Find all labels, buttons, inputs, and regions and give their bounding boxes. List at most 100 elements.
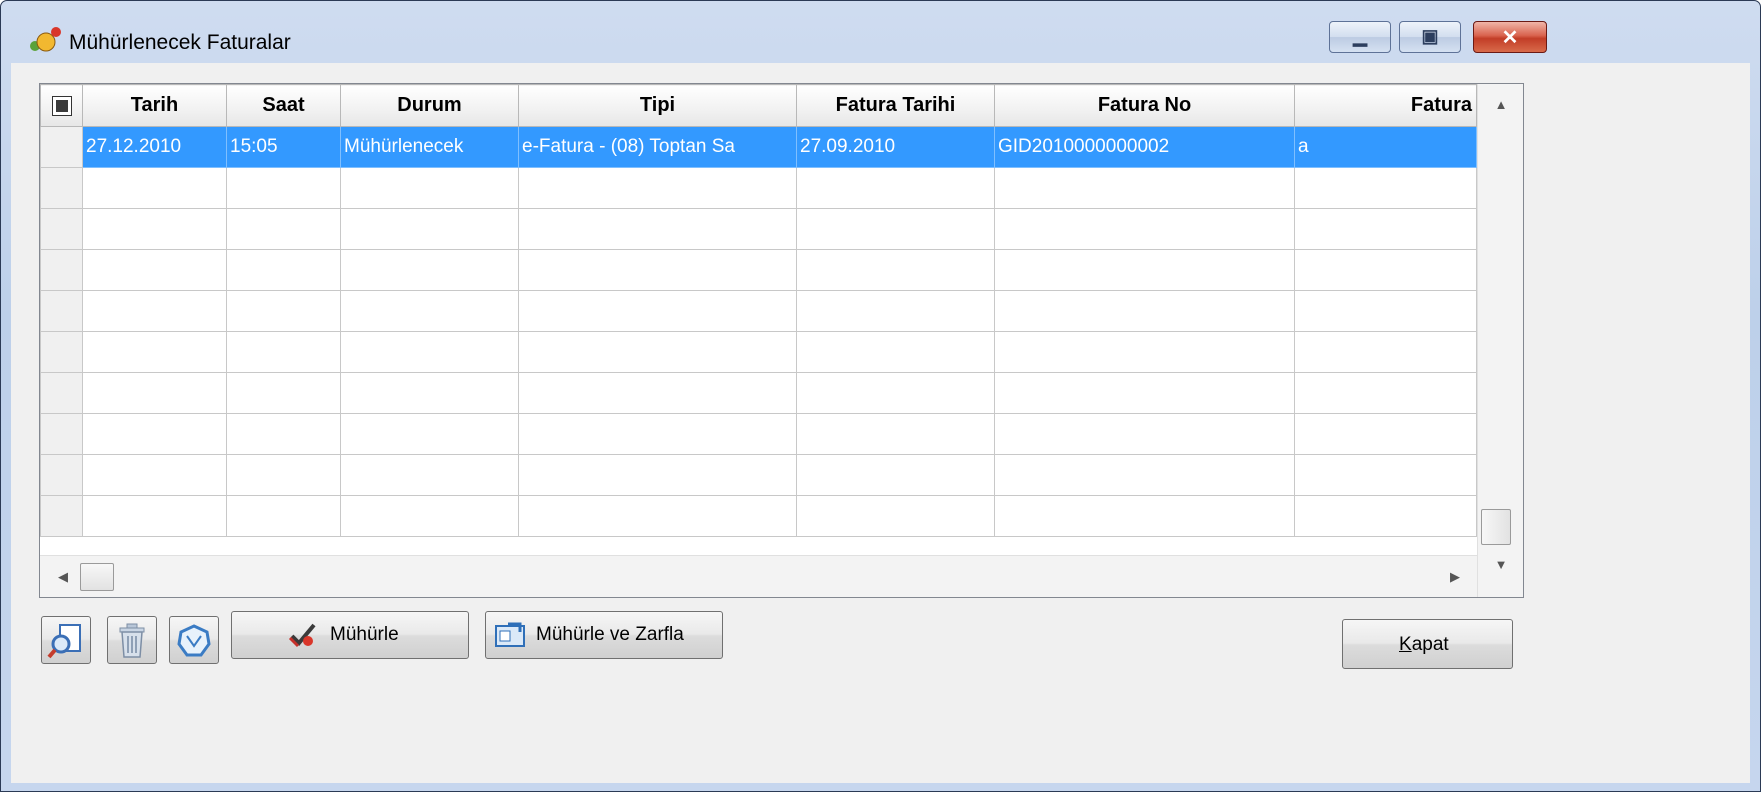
table-row[interactable]: [40, 290, 1477, 332]
table-cell[interactable]: [226, 454, 341, 496]
table-cell[interactable]: [226, 372, 341, 414]
table-cell[interactable]: [82, 249, 227, 291]
table-cell[interactable]: [796, 331, 995, 373]
invoice-grid[interactable]: Tarih Saat Durum Tipi Fatura Tarihi Fatu…: [39, 83, 1524, 598]
row-indicator[interactable]: [40, 249, 83, 291]
row-indicator[interactable]: [40, 413, 83, 455]
table-cell[interactable]: [226, 208, 341, 250]
table-cell[interactable]: [226, 290, 341, 332]
row-indicator[interactable]: [40, 372, 83, 414]
table-cell[interactable]: [796, 167, 995, 209]
table-cell[interactable]: [82, 413, 227, 455]
muhurle-button[interactable]: Mühürle: [231, 611, 469, 659]
table-cell[interactable]: [340, 249, 519, 291]
table-cell[interactable]: [340, 495, 519, 537]
table-cell[interactable]: [82, 331, 227, 373]
table-cell[interactable]: [1294, 290, 1477, 332]
table-row[interactable]: [40, 249, 1477, 291]
scroll-down-icon[interactable]: ▼: [1478, 544, 1523, 586]
table-row[interactable]: [40, 167, 1477, 209]
row-indicator[interactable]: [40, 126, 83, 168]
cell-tarih[interactable]: 27.12.2010: [82, 126, 227, 168]
table-cell[interactable]: [340, 208, 519, 250]
table-cell[interactable]: [994, 249, 1295, 291]
table-cell[interactable]: [1294, 454, 1477, 496]
preview-button[interactable]: [41, 616, 91, 664]
table-cell[interactable]: [340, 372, 519, 414]
horizontal-scroll-thumb[interactable]: [80, 563, 114, 591]
column-header-tipi[interactable]: Tipi: [518, 84, 797, 127]
row-indicator[interactable]: [40, 454, 83, 496]
table-cell[interactable]: [82, 290, 227, 332]
kapat-button[interactable]: Kapat: [1342, 619, 1513, 669]
table-cell[interactable]: [994, 167, 1295, 209]
table-cell[interactable]: [994, 372, 1295, 414]
table-cell[interactable]: [340, 454, 519, 496]
table-cell[interactable]: [82, 372, 227, 414]
scroll-right-icon[interactable]: ▶: [1440, 556, 1470, 597]
table-cell[interactable]: [796, 249, 995, 291]
table-cell[interactable]: [796, 454, 995, 496]
row-indicator[interactable]: [40, 331, 83, 373]
table-cell[interactable]: [1294, 331, 1477, 373]
close-window-button[interactable]: ✕: [1473, 21, 1547, 53]
muhurle-ve-zarfla-button[interactable]: Mühürle ve Zarfla: [485, 611, 723, 659]
cell-fatura-no[interactable]: GID2010000000002: [994, 126, 1295, 168]
table-row[interactable]: [40, 495, 1477, 537]
table-cell[interactable]: [518, 208, 797, 250]
table-cell[interactable]: [518, 413, 797, 455]
delete-button[interactable]: [107, 616, 157, 664]
row-indicator[interactable]: [40, 208, 83, 250]
table-cell[interactable]: [226, 167, 341, 209]
table-cell[interactable]: [340, 167, 519, 209]
table-cell[interactable]: [518, 167, 797, 209]
table-cell[interactable]: [796, 208, 995, 250]
cell-fatura[interactable]: a: [1294, 126, 1477, 168]
vertical-scroll-thumb[interactable]: [1481, 509, 1511, 545]
table-cell[interactable]: [994, 413, 1295, 455]
table-cell[interactable]: [82, 208, 227, 250]
table-cell[interactable]: [994, 331, 1295, 373]
cell-fatura-tarihi[interactable]: 27.09.2010: [796, 126, 995, 168]
table-cell[interactable]: [226, 249, 341, 291]
table-cell[interactable]: [82, 454, 227, 496]
scroll-up-icon[interactable]: ▲: [1478, 84, 1523, 126]
select-all-checkbox[interactable]: [40, 84, 83, 127]
column-header-saat[interactable]: Saat: [226, 84, 341, 127]
column-header-fatura-tarihi[interactable]: Fatura Tarihi: [796, 84, 995, 127]
table-cell[interactable]: [994, 290, 1295, 332]
seal-button[interactable]: [169, 616, 219, 664]
table-cell[interactable]: [1294, 372, 1477, 414]
table-cell[interactable]: [1294, 167, 1477, 209]
horizontal-scrollbar[interactable]: ◀ ▶: [40, 555, 1477, 597]
table-row[interactable]: [40, 208, 1477, 250]
table-row[interactable]: [40, 331, 1477, 373]
table-cell[interactable]: [226, 413, 341, 455]
vertical-scrollbar[interactable]: ▲ ▼: [1477, 84, 1523, 597]
cell-tipi[interactable]: e-Fatura - (08) Toptan Sa: [518, 126, 797, 168]
scroll-left-icon[interactable]: ◀: [48, 556, 78, 597]
column-header-durum[interactable]: Durum: [340, 84, 519, 127]
table-cell[interactable]: [1294, 413, 1477, 455]
table-cell[interactable]: [340, 413, 519, 455]
table-cell[interactable]: [82, 167, 227, 209]
table-cell[interactable]: [226, 331, 341, 373]
maximize-button[interactable]: ▣: [1399, 21, 1461, 53]
row-indicator[interactable]: [40, 290, 83, 332]
table-cell[interactable]: [1294, 208, 1477, 250]
row-indicator[interactable]: [40, 167, 83, 209]
table-cell[interactable]: [994, 208, 1295, 250]
table-cell[interactable]: [994, 454, 1295, 496]
table-cell[interactable]: [796, 290, 995, 332]
column-header-fatura[interactable]: Fatura: [1294, 84, 1477, 127]
table-cell[interactable]: [518, 331, 797, 373]
table-row[interactable]: 27.12.2010 15:05 Mühürlenecek e-Fatura -…: [40, 126, 1477, 168]
cell-durum[interactable]: Mühürlenecek: [340, 126, 519, 168]
table-cell[interactable]: [796, 495, 995, 537]
table-cell[interactable]: [1294, 249, 1477, 291]
table-cell[interactable]: [340, 290, 519, 332]
column-header-fatura-no[interactable]: Fatura No: [994, 84, 1295, 127]
row-indicator[interactable]: [40, 495, 83, 537]
table-cell[interactable]: [1294, 495, 1477, 537]
cell-saat[interactable]: 15:05: [226, 126, 341, 168]
